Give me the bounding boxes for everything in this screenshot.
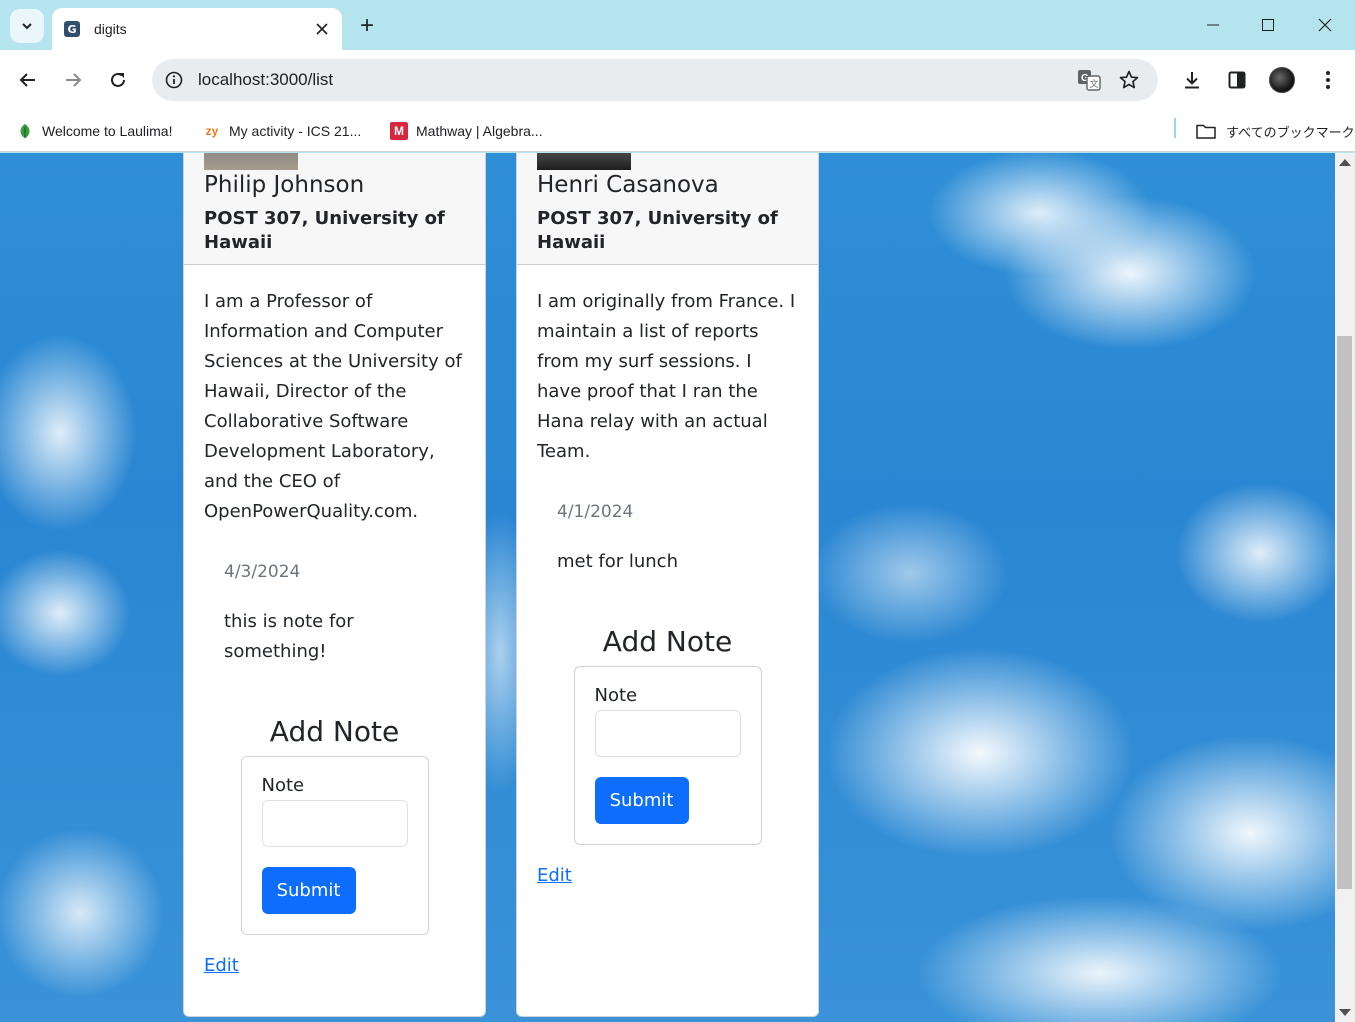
minimize-icon[interactable]	[1185, 0, 1241, 50]
maximize-icon[interactable]	[1240, 0, 1296, 50]
browser-toolbar: localhost:3000/list G文	[0, 50, 1355, 110]
translate-icon[interactable]: G文	[1076, 68, 1102, 92]
scrollbar-thumb[interactable]	[1337, 336, 1352, 889]
bookmark-divider	[1174, 118, 1176, 138]
folder-icon	[1196, 123, 1216, 139]
note-text: this is note for something!	[224, 611, 354, 662]
bookmark-label: Welcome to Laulima!	[42, 123, 173, 139]
bookmark-star-icon[interactable]	[1116, 67, 1142, 93]
tab-title: digits	[94, 21, 127, 37]
window-close-icon[interactable]	[1297, 0, 1353, 50]
laulima-leaf-icon	[16, 122, 34, 140]
address-bar[interactable]: localhost:3000/list G文	[152, 59, 1158, 101]
tab-search-button[interactable]	[10, 9, 44, 43]
tab-strip: G digits +	[0, 0, 1355, 50]
contact-address: POST 307, University of Hawaii	[537, 208, 778, 253]
contact-name: Philip Johnson	[204, 172, 365, 198]
bookmark-zybooks[interactable]: zy My activity - ICS 21...	[203, 118, 362, 144]
page-viewport: Philip Johnson POST 307, University of H…	[0, 153, 1335, 1022]
mathway-icon: M	[390, 122, 408, 140]
browser-tab[interactable]: G digits	[52, 8, 342, 50]
profile-avatar[interactable]	[1264, 62, 1300, 98]
note-input[interactable]	[594, 710, 741, 757]
zybooks-icon: zy	[205, 124, 219, 138]
scroll-down-arrow-icon[interactable]	[1339, 1009, 1351, 1016]
site-favicon-icon: G	[64, 21, 80, 37]
forward-arrow-icon[interactable]	[55, 62, 91, 98]
contact-photo	[537, 153, 631, 170]
note-text: met for lunch	[557, 551, 678, 572]
contact-photo	[204, 153, 298, 170]
bookmark-label: My activity - ICS 21...	[229, 123, 362, 139]
note-date: 4/1/2024	[557, 502, 634, 522]
card-body: I am originally from France. I maintain …	[517, 265, 818, 886]
svg-text:文: 文	[1090, 78, 1099, 90]
list-item: 4/3/2024 this is note for something!	[204, 557, 465, 667]
note-input[interactable]	[261, 800, 408, 847]
submit-button[interactable]: Submit	[261, 867, 356, 914]
site-info-icon[interactable]	[160, 66, 188, 94]
bookmark-mathway[interactable]: M Mathway | Algebra...	[390, 118, 543, 144]
contact-card: Henri Casanova POST 307, University of H…	[516, 153, 819, 1017]
url-text: localhost:3000/list	[198, 70, 334, 89]
note-field-label: Note	[594, 685, 638, 706]
all-bookmarks-button[interactable]: すべてのブックマーク	[1196, 118, 1355, 144]
card-header: Philip Johnson POST 307, University of H…	[184, 153, 485, 265]
contact-address: POST 307, University of Hawaii	[204, 208, 445, 253]
submit-button[interactable]: Submit	[594, 777, 689, 824]
scroll-up-arrow-icon[interactable]	[1339, 159, 1351, 166]
bookmark-label: Mathway | Algebra...	[416, 123, 543, 139]
new-tab-button[interactable]: +	[353, 12, 381, 40]
card-header: Henri Casanova POST 307, University of H…	[517, 153, 818, 265]
download-icon[interactable]	[1174, 62, 1210, 98]
page-scrollbar[interactable]	[1335, 153, 1355, 1022]
add-note-form: Note Submit	[573, 666, 762, 845]
add-note-form: Note Submit	[240, 756, 429, 935]
back-arrow-icon[interactable]	[10, 62, 46, 98]
chevron-down-icon	[20, 19, 34, 33]
side-panel-icon[interactable]	[1219, 62, 1255, 98]
card-body: I am a Professor of Information and Comp…	[184, 265, 485, 976]
more-menu-icon[interactable]	[1310, 62, 1346, 98]
avatar	[1269, 67, 1295, 93]
list-item: 4/1/2024 met for lunch	[537, 497, 798, 577]
edit-link[interactable]: Edit	[537, 865, 572, 886]
close-icon[interactable]	[312, 19, 332, 39]
note-date: 4/3/2024	[224, 562, 301, 582]
add-note-title: Add Note	[602, 625, 733, 658]
contact-card: Philip Johnson POST 307, University of H…	[183, 153, 486, 1017]
contact-description: I am a Professor of Information and Comp…	[204, 291, 462, 522]
bookmark-laulima[interactable]: Welcome to Laulima!	[16, 118, 172, 144]
note-field-label: Note	[261, 775, 305, 796]
contact-name: Henri Casanova	[537, 172, 719, 198]
contact-description: I am originally from France. I maintain …	[537, 291, 796, 462]
reload-icon[interactable]	[100, 62, 136, 98]
add-note-title: Add Note	[269, 715, 400, 748]
bookmarks-bar: Welcome to Laulima! zy My activity - ICS…	[0, 110, 1355, 152]
all-bookmarks-label: すべてのブックマーク	[1226, 124, 1355, 140]
edit-link[interactable]: Edit	[204, 955, 239, 976]
